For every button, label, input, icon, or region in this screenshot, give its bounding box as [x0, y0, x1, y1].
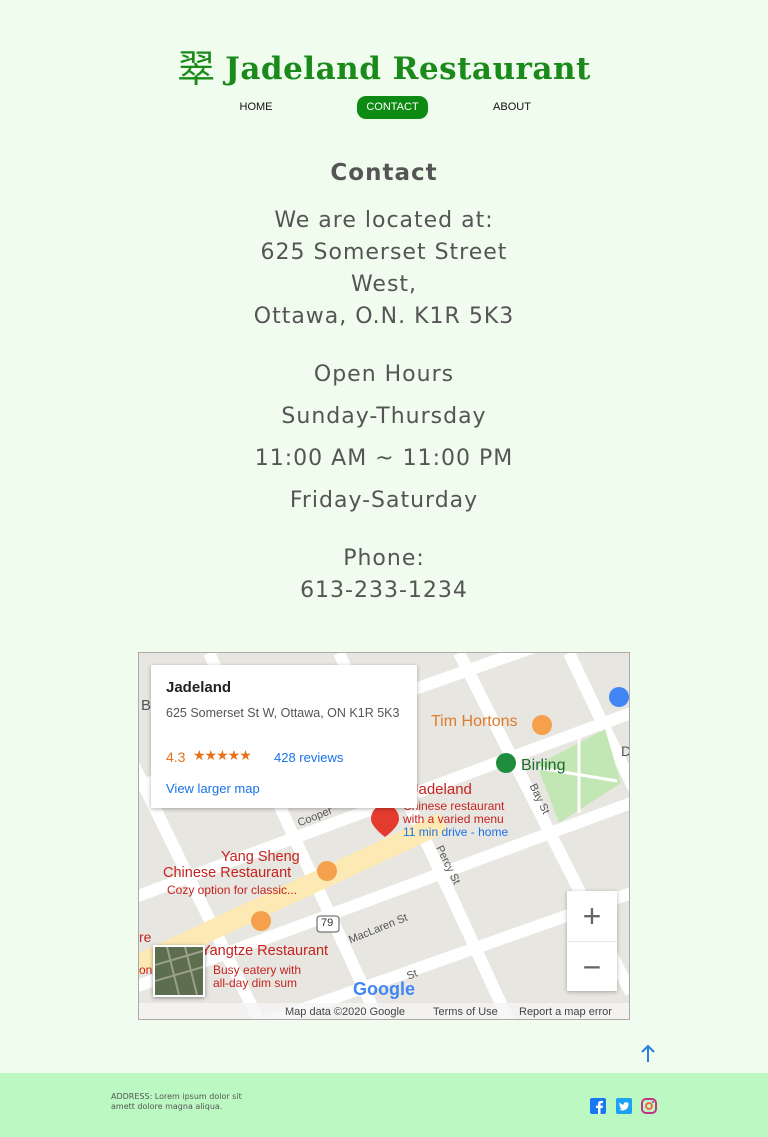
satellite-thumbnail-icon — [155, 947, 203, 995]
arrow-up-icon — [641, 1044, 655, 1062]
star-rating-icon: ★★★★★ — [193, 747, 252, 763]
instagram-icon[interactable] — [641, 1098, 657, 1114]
phone-label: Phone: — [343, 546, 425, 571]
map-card-name: Jadeland — [166, 679, 232, 696]
footer-address: ADDRESS: Lorem ipsum dolor sit amett dol… — [111, 1092, 242, 1111]
map-edge-re: re — [139, 929, 152, 945]
map-info-card: Jadeland 625 Somerset St W, Ottawa, ON K… — [151, 665, 417, 808]
hours-time-1: 11:00 AM ~ 11:00 PM — [254, 446, 514, 471]
google-logo: Google — [353, 979, 415, 999]
report-map-error-link[interactable]: Report a map error — [519, 1006, 612, 1018]
yangtze-pin[interactable] — [251, 911, 271, 931]
poi-jadeland-desc-2: with a varied menu — [403, 812, 504, 826]
nav-home[interactable]: HOME — [228, 96, 284, 119]
embedded-map[interactable]: Tim Hortons Birling Jadeland Chinese res… — [138, 652, 630, 1020]
satellite-toggle[interactable] — [153, 945, 205, 997]
facebook-icon[interactable] — [590, 1098, 606, 1114]
site-title[interactable]: Jadeland Restaurant — [225, 53, 591, 85]
zoom-controls: + − — [567, 891, 617, 991]
street-line-1: 625 Somerset Street — [260, 240, 508, 265]
poi-birling: Birling — [521, 757, 566, 774]
poi-yang-sheng-2: Chinese Restaurant — [163, 865, 292, 881]
birling-pin[interactable] — [496, 753, 516, 773]
site-footer: ADDRESS: Lorem ipsum dolor sit amett dol… — [0, 1073, 768, 1137]
hours-block: Open Hours Sunday-Thursday 11:00 AM ~ 11… — [0, 354, 768, 522]
hours-days-2: Friday-Saturday — [289, 488, 479, 513]
address-block: We are located at: 625 Somerset Street W… — [0, 205, 768, 333]
phone-block: Phone: 613-233-1234 — [0, 543, 768, 607]
map-data-credit: Map data ©2020 Google — [285, 1006, 406, 1018]
main-nav: HOME CONTACT ABOUT — [0, 96, 768, 120]
zoom-out-button[interactable]: − — [567, 941, 617, 992]
twitter-icon[interactable] — [616, 1098, 632, 1114]
zoom-in-button[interactable]: + — [567, 891, 617, 941]
poi-yang-sheng-desc: Cozy option for classic... — [167, 883, 298, 897]
terms-of-use-link[interactable]: Terms of Use — [433, 1006, 498, 1018]
poi-tim-hortons: Tim Hortons — [431, 713, 518, 730]
poi-yangtze: Yangtze Restaurant — [201, 943, 329, 959]
hours-title: Open Hours — [313, 362, 455, 387]
route-79-label: 79 — [321, 917, 334, 929]
shopping-pin[interactable] — [609, 687, 629, 707]
street-line-2: West, — [350, 272, 418, 297]
back-to-top-button[interactable] — [638, 1043, 658, 1065]
tim-hortons-pin[interactable] — [532, 715, 552, 735]
jade-logo-icon: 翠 — [177, 47, 216, 91]
nav-about[interactable]: ABOUT — [484, 96, 540, 119]
poi-yangtze-desc-2: all-day dim sum — [213, 976, 298, 990]
site-header: 翠 Jadeland Restaurant — [0, 44, 768, 94]
yang-sheng-pin[interactable] — [317, 861, 337, 881]
poi-yangtze-desc-1: Busy eatery with — [213, 963, 302, 977]
map-card-rating: 4.3 — [166, 749, 186, 765]
phone-number[interactable]: 613-233-1234 — [0, 575, 768, 607]
city-line: Ottawa, O.N. K1R 5K3 — [253, 304, 515, 329]
nav-contact[interactable]: CONTACT — [357, 96, 428, 119]
map-edge-b: B — [141, 697, 152, 714]
map-edge-on: on — [139, 963, 153, 977]
view-larger-map-link[interactable]: View larger map — [166, 781, 260, 796]
poi-jadeland: Jadeland — [411, 781, 472, 798]
map-reviews-link[interactable]: 428 reviews — [274, 750, 343, 765]
map-attribution-bar: Map data ©2020 Google Terms of Use Repor… — [139, 1003, 629, 1019]
map-edge-d: D — [621, 743, 629, 759]
poi-jadeland-drive: 11 min drive - home — [403, 825, 509, 839]
poi-jadeland-desc-1: Chinese restaurant — [403, 799, 505, 813]
page-title: Contact — [330, 160, 438, 186]
poi-yang-sheng-1: Yang Sheng — [221, 849, 300, 865]
hours-days-1: Sunday-Thursday — [281, 404, 487, 429]
located-intro: We are located at: — [274, 208, 494, 233]
map-card-address: 625 Somerset St W, Ottawa, ON K1R 5K3 — [166, 706, 400, 720]
